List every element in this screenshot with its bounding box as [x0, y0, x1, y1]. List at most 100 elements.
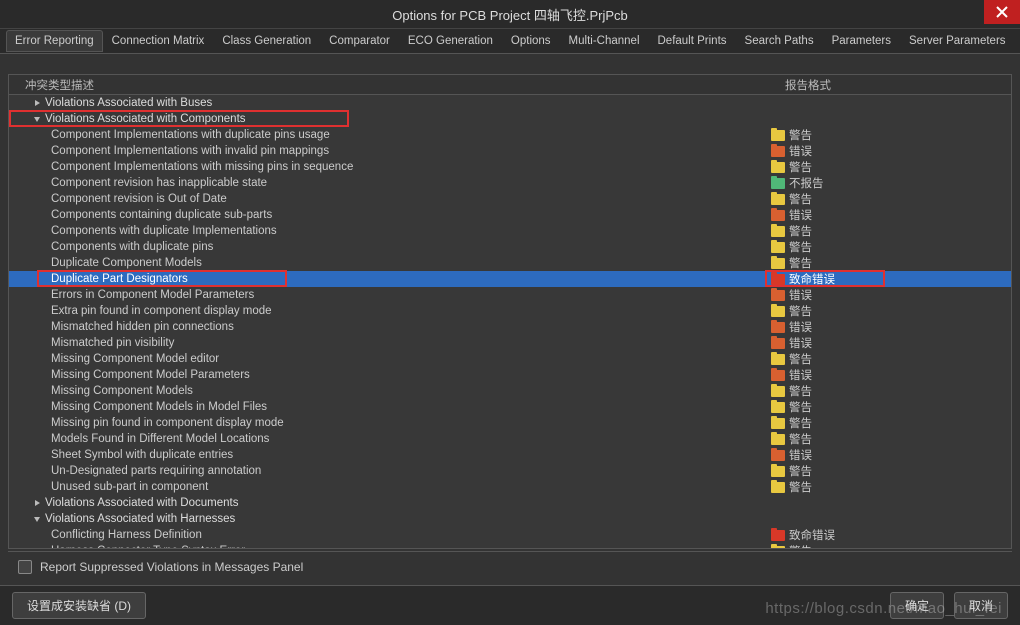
violation-row[interactable]: Mismatched pin visibility错误: [9, 335, 1011, 351]
severity-label: 警告: [789, 463, 812, 479]
group-row[interactable]: Violations Associated with Documents: [9, 495, 1011, 511]
severity-cell[interactable]: 警告: [771, 463, 1007, 479]
violation-row[interactable]: Component revision is Out of Date警告: [9, 191, 1011, 207]
expander-icon[interactable]: [31, 97, 43, 109]
group-row[interactable]: Violations Associated with Harnesses: [9, 511, 1011, 527]
severity-cell[interactable]: 不报告: [771, 175, 1007, 191]
folder-icon: [771, 178, 785, 189]
severity-cell[interactable]: 致命错误: [771, 271, 1007, 287]
group-row[interactable]: Violations Associated with Buses: [9, 95, 1011, 111]
close-button[interactable]: [984, 0, 1020, 24]
violation-row[interactable]: Duplicate Part Designators致命错误: [9, 271, 1011, 287]
violation-label: Component Implementations with duplicate…: [51, 129, 330, 141]
group-row[interactable]: Violations Associated with Components: [9, 111, 1011, 127]
tab-options[interactable]: Options: [502, 30, 560, 52]
tab-dev[interactable]: Dev: [1015, 30, 1020, 52]
violation-row[interactable]: Components with duplicate Implementation…: [9, 223, 1011, 239]
grid-container: 冲突类型描述 报告格式 Violations Associated with B…: [8, 74, 1012, 549]
ok-button[interactable]: 确定: [890, 592, 944, 619]
severity-cell[interactable]: 警告: [771, 415, 1007, 431]
violations-grid[interactable]: Violations Associated with BusesViolatio…: [9, 95, 1011, 548]
violation-row[interactable]: Sheet Symbol with duplicate entries错误: [9, 447, 1011, 463]
tab-error-reporting[interactable]: Error Reporting: [6, 30, 103, 52]
folder-icon: [771, 194, 785, 205]
expander-icon[interactable]: [31, 497, 43, 509]
violation-row[interactable]: Missing Component Models in Model Files警…: [9, 399, 1011, 415]
tab-parameters[interactable]: Parameters: [823, 30, 900, 52]
expander-icon[interactable]: [31, 113, 43, 125]
violation-row[interactable]: Components containing duplicate sub-part…: [9, 207, 1011, 223]
severity-cell[interactable]: 错误: [771, 287, 1007, 303]
folder-icon: [771, 290, 785, 301]
violation-row[interactable]: Component Implementations with duplicate…: [9, 127, 1011, 143]
expander-icon[interactable]: [31, 513, 43, 525]
tab-multi-channel[interactable]: Multi-Channel: [560, 30, 649, 52]
column-header-format[interactable]: 报告格式: [779, 77, 1001, 94]
button-bar: 设置成安装缺省 (D) 确定 取消: [0, 585, 1020, 625]
severity-cell[interactable]: 警告: [771, 383, 1007, 399]
tab-connection-matrix[interactable]: Connection Matrix: [103, 30, 214, 52]
violation-row[interactable]: Unused sub-part in component警告: [9, 479, 1011, 495]
violation-row[interactable]: Models Found in Different Model Location…: [9, 431, 1011, 447]
severity-cell[interactable]: 警告: [771, 127, 1007, 143]
severity-cell[interactable]: 警告: [771, 351, 1007, 367]
severity-cell[interactable]: 警告: [771, 479, 1007, 495]
report-suppressed-checkbox[interactable]: [18, 560, 32, 574]
violation-row[interactable]: Conflicting Harness Definition致命错误: [9, 527, 1011, 543]
footer-panel: Report Suppressed Violations in Messages…: [8, 551, 1012, 581]
severity-cell[interactable]: 错误: [771, 335, 1007, 351]
violation-row[interactable]: Harness Connector Type Syntax Error 警告: [9, 543, 1011, 548]
tab-search-paths[interactable]: Search Paths: [736, 30, 823, 52]
severity-cell[interactable]: 警告: [771, 431, 1007, 447]
tab-class-generation[interactable]: Class Generation: [213, 30, 320, 52]
severity-label: 警告: [789, 479, 812, 495]
severity-cell[interactable]: 警告: [771, 223, 1007, 239]
severity-cell[interactable]: 错误: [771, 207, 1007, 223]
cancel-button[interactable]: 取消: [954, 592, 1008, 619]
violation-label: Mismatched hidden pin connections: [51, 321, 234, 333]
severity-cell[interactable]: 致命错误: [771, 527, 1007, 543]
tab-eco-generation[interactable]: ECO Generation: [399, 30, 502, 52]
severity-cell[interactable]: 警告: [771, 191, 1007, 207]
violation-row[interactable]: Component revision has inapplicable stat…: [9, 175, 1011, 191]
set-defaults-button[interactable]: 设置成安装缺省 (D): [12, 592, 146, 619]
severity-cell[interactable]: 错误: [771, 319, 1007, 335]
violation-row[interactable]: Extra pin found in component display mod…: [9, 303, 1011, 319]
tab-comparator[interactable]: Comparator: [320, 30, 399, 52]
violation-row[interactable]: Components with duplicate pins警告: [9, 239, 1011, 255]
severity-cell[interactable]: 警告: [771, 255, 1007, 271]
severity-label: 警告: [789, 239, 812, 255]
violation-row[interactable]: Missing Component Model editor警告: [9, 351, 1011, 367]
violation-row[interactable]: Missing Component Model Parameters错误: [9, 367, 1011, 383]
tab-strip: Error ReportingConnection MatrixClass Ge…: [0, 28, 1020, 54]
violation-row[interactable]: Duplicate Component Models警告: [9, 255, 1011, 271]
violation-label: Components with duplicate Implementation…: [51, 225, 277, 237]
violation-label: Harness Connector Type Syntax Error: [51, 545, 245, 548]
folder-icon: [771, 530, 785, 541]
severity-label: 警告: [789, 159, 812, 175]
violation-row[interactable]: Mismatched hidden pin connections 错误: [9, 319, 1011, 335]
violation-row[interactable]: Un-Designated parts requiring annotation…: [9, 463, 1011, 479]
column-headers: 冲突类型描述 报告格式: [9, 75, 1011, 95]
severity-cell[interactable]: 警告: [771, 239, 1007, 255]
severity-cell[interactable]: 警告: [771, 303, 1007, 319]
severity-cell[interactable]: 错误: [771, 447, 1007, 463]
severity-cell[interactable]: 警告: [771, 543, 1007, 548]
severity-label: 警告: [789, 223, 812, 239]
severity-cell[interactable]: 警告: [771, 399, 1007, 415]
tab-server-parameters[interactable]: Server Parameters: [900, 30, 1015, 52]
severity-label: 错误: [789, 335, 812, 351]
violation-row[interactable]: Component Implementations with missing p…: [9, 159, 1011, 175]
severity-cell[interactable]: 错误: [771, 143, 1007, 159]
violation-label: Missing Component Models: [51, 385, 193, 397]
column-header-description[interactable]: 冲突类型描述: [19, 77, 779, 94]
violation-row[interactable]: Missing Component Models 警告: [9, 383, 1011, 399]
severity-cell[interactable]: 错误: [771, 367, 1007, 383]
violation-row[interactable]: Component Implementations with invalid p…: [9, 143, 1011, 159]
severity-cell[interactable]: 警告: [771, 159, 1007, 175]
violation-row[interactable]: Missing pin found in component display m…: [9, 415, 1011, 431]
violation-row[interactable]: Errors in Component Model Parameters错误: [9, 287, 1011, 303]
folder-icon: [771, 434, 785, 445]
tab-default-prints[interactable]: Default Prints: [649, 30, 736, 52]
violation-label: Un-Designated parts requiring annotation: [51, 465, 261, 477]
